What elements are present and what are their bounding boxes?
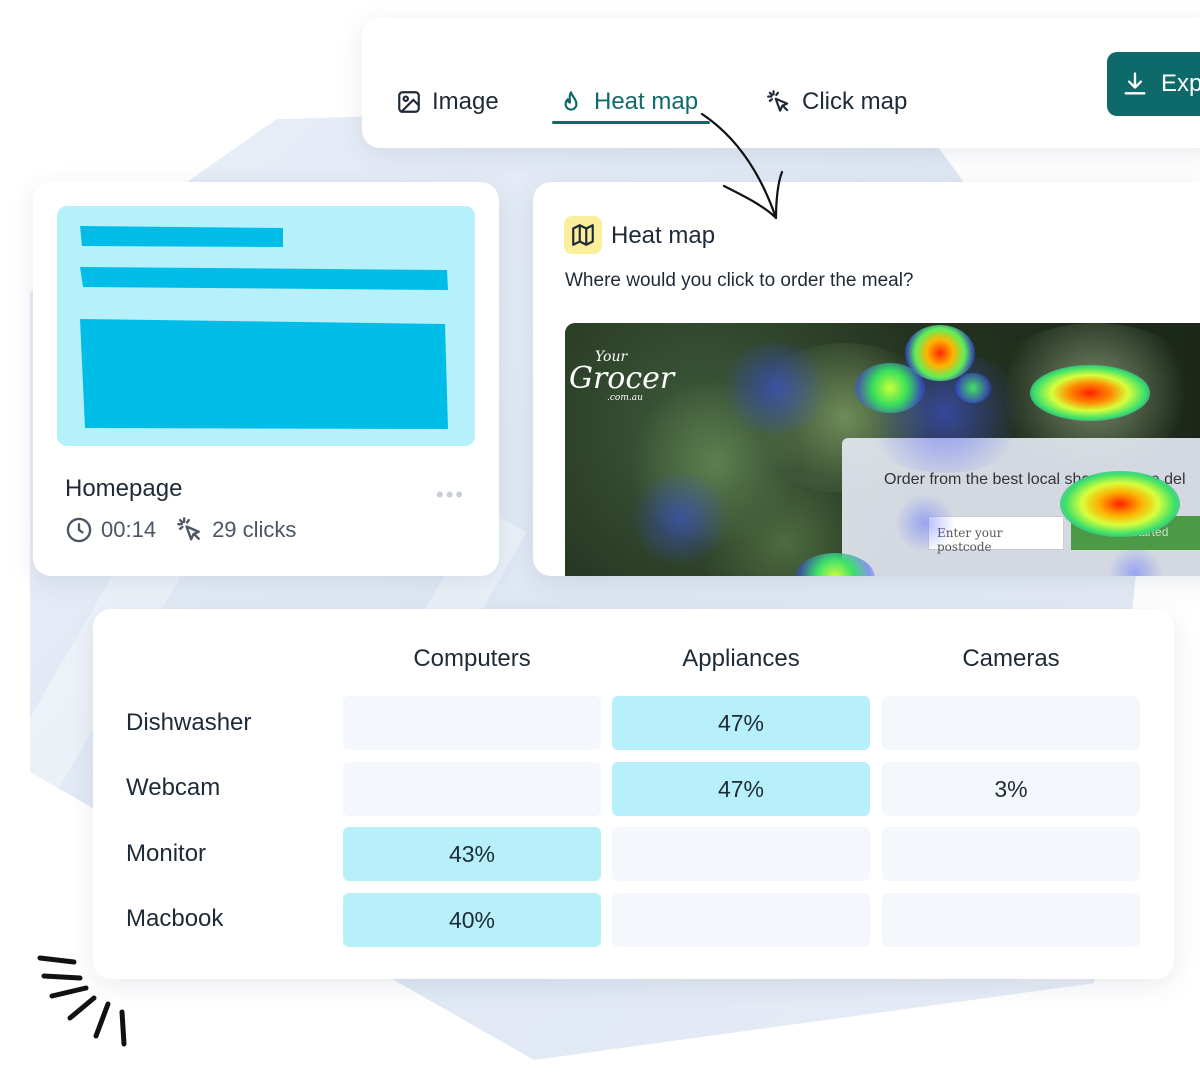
heatmap-preview[interactable]: Your Grocer .com.au Order from the best …	[565, 323, 1200, 576]
sparkle-burst-icon	[37, 955, 127, 1047]
heatmap-card: Heat map Where would you click to order …	[533, 182, 1200, 576]
matrix-cell[interactable]	[612, 893, 870, 947]
clicks-count: 29 clicks	[212, 517, 297, 542]
pointer-arrow-icon	[700, 112, 784, 220]
column-header: Cameras	[962, 645, 1060, 672]
tab-image-label: Image	[432, 88, 499, 115]
download-icon	[1124, 72, 1146, 95]
thumbnail-wireframe	[80, 226, 448, 429]
page-stats: 00:14 29 clicks	[65, 516, 296, 544]
matrix-cell[interactable]: 43%	[343, 827, 601, 881]
matrix-cell[interactable]: 40%	[343, 893, 601, 947]
grocer-logo: Your Grocer .com.au	[569, 349, 675, 403]
heat-spot	[855, 363, 925, 413]
heat-spot	[1060, 471, 1180, 537]
matrix-cell[interactable]	[882, 827, 1140, 881]
row-label: Macbook	[126, 905, 224, 932]
task-question: Where would you click to order the meal?	[565, 270, 914, 291]
heat-spot	[895, 493, 955, 553]
homepage-card[interactable]: Homepage ••• 00:14 29 clicks	[33, 182, 499, 576]
matrix-cell[interactable]	[882, 696, 1140, 750]
matrix-cell[interactable]: 47%	[612, 762, 870, 816]
tab-image[interactable]: Image	[396, 82, 499, 122]
column-header: Appliances	[682, 645, 800, 672]
matrix-cell[interactable]	[343, 762, 601, 816]
cursor-click-icon	[177, 517, 200, 541]
export-button[interactable]: Exp	[1107, 52, 1200, 116]
matrix-cell[interactable]	[612, 827, 870, 881]
page-thumbnail	[57, 206, 475, 446]
more-options-icon[interactable]: •••	[436, 482, 465, 508]
matrix-cell[interactable]	[882, 893, 1140, 947]
tab-click-map-label: Click map	[802, 88, 908, 115]
heat-spot	[1030, 365, 1150, 421]
duration-value: 00:14	[101, 517, 157, 542]
matrix-cell[interactable]: 47%	[612, 696, 870, 750]
image-icon	[398, 91, 420, 113]
export-button-label: Exp	[1161, 70, 1200, 97]
row-label: Webcam	[126, 774, 221, 801]
heat-spot	[625, 473, 735, 563]
row-label: Dishwasher	[126, 709, 252, 736]
results-matrix: Computers Appliances Cameras Dishwasher …	[93, 609, 1174, 979]
tab-heat-map-label: Heat map	[594, 88, 699, 115]
row-label: Monitor	[126, 840, 207, 867]
matrix-cell[interactable]: 3%	[882, 762, 1140, 816]
map-icon	[564, 216, 602, 254]
page-title: Homepage	[65, 475, 183, 502]
column-header: Computers	[413, 645, 531, 672]
flame-icon	[564, 91, 578, 111]
clock-icon	[66, 517, 92, 543]
active-tab-indicator	[552, 121, 710, 124]
matrix-cell[interactable]	[343, 696, 601, 750]
heat-spot	[715, 343, 835, 433]
heat-spot	[955, 373, 991, 403]
tab-heat-map[interactable]: Heat map	[558, 82, 698, 122]
